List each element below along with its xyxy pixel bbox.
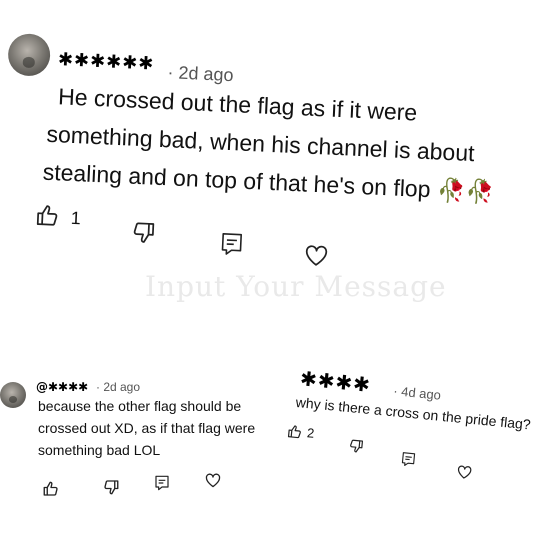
avatar[interactable] [0, 382, 26, 408]
thumb-up-icon [287, 425, 301, 439]
thumb-down-icon [104, 480, 119, 495]
dislike-button[interactable] [102, 478, 120, 496]
reply-comment-left: @✱✱✱✱ · 2d ago because the other flag sh… [0, 370, 280, 560]
reply-author-handle[interactable]: ✱✱✱✱ [299, 366, 372, 397]
reply-button[interactable] [400, 450, 417, 468]
like-count: 2 [306, 425, 315, 441]
like-count: 1 [70, 207, 82, 229]
heart-button[interactable] [204, 472, 222, 488]
comment-text-line-3: stealing and on top of that he's on flop… [42, 158, 495, 206]
avatar[interactable] [7, 32, 52, 77]
reply-text-line-1: because the other flag should be [38, 398, 242, 414]
heart-icon [205, 473, 221, 488]
thumb-down-icon [133, 222, 155, 243]
reply-button[interactable] [154, 474, 170, 492]
like-button[interactable] [34, 202, 61, 229]
reply-icon [155, 475, 169, 491]
reply-author-handle[interactable]: @✱✱✱✱ [36, 380, 88, 394]
thumb-up-icon [36, 205, 58, 226]
like-button[interactable] [286, 423, 303, 440]
comment-timestamp: · 2d ago [167, 62, 234, 86]
reply-text-line-2: crossed out XD, as if that flag were [38, 420, 256, 436]
handle-text: ✱✱✱✱✱✱ [57, 49, 155, 75]
dislike-button[interactable] [347, 437, 364, 454]
reply-icon [221, 233, 243, 255]
reply-icon [401, 452, 416, 466]
comment-author-handle[interactable]: ✱✱✱✱✱✱ [57, 49, 155, 75]
reply-timestamp: · 2d ago [96, 380, 141, 394]
dislike-button[interactable] [130, 219, 157, 246]
reply-timestamp: · 4d ago [392, 383, 442, 403]
like-button[interactable] [42, 480, 60, 498]
thumb-up-icon [43, 481, 58, 496]
heart-icon [305, 245, 328, 266]
reply-comment-right: ✱✱✱✱ · 4d ago why is there a cross on th… [266, 358, 560, 534]
comment-text-line-2: something bad, when his channel is about [45, 120, 476, 167]
heart-button[interactable] [455, 464, 473, 481]
heart-button[interactable] [303, 243, 330, 268]
thumb-down-icon [350, 439, 364, 453]
comment-text-line-1: He crossed out the flag as if it were [57, 83, 418, 126]
watermark-text: Input Your Message [145, 270, 447, 303]
reply-text-line-3: something bad LOL [38, 442, 161, 458]
reply-button[interactable] [219, 231, 244, 258]
heart-icon [457, 465, 472, 479]
